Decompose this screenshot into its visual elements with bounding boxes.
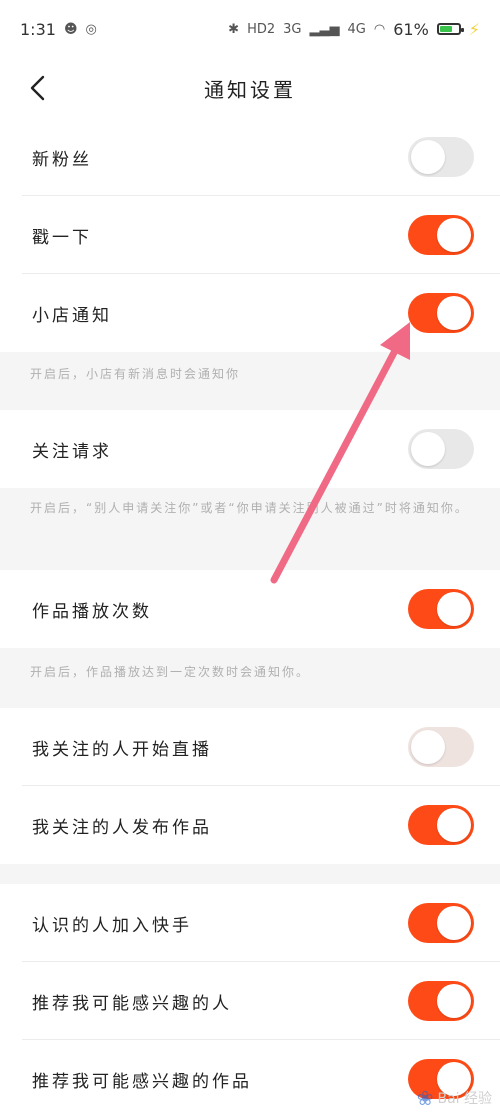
paw-icon: ❀ — [416, 1086, 434, 1110]
weibo-icon: ◎ — [85, 21, 97, 37]
toggle-play-count[interactable] — [408, 589, 474, 629]
page-title: 通知设置 — [204, 77, 296, 102]
setting-row-live: 我关注的人开始直播 — [0, 708, 500, 786]
signal-4g-label: 4G — [347, 21, 366, 37]
setting-label: 推荐我可能感兴趣的人 — [32, 993, 232, 1014]
hint-play-count: 开启后，作品播放达到一定次数时会通知你。 — [0, 648, 500, 708]
setting-label: 小店通知 — [32, 305, 112, 326]
setting-row-follow-request: 关注请求 — [0, 410, 500, 488]
setting-row-poke: 戳一下 — [0, 196, 500, 274]
battery-percent: 61% — [393, 19, 429, 39]
status-bar: 1:31 ☻ ◎ ✱ HD2 3G ▂▃▅ 4G ◠ 61% ⚡ — [0, 0, 500, 58]
setting-row-play-count: 作品播放次数 — [0, 570, 500, 648]
setting-label: 作品播放次数 — [32, 601, 152, 622]
toggle-follow-request[interactable] — [408, 429, 474, 469]
status-time: 1:31 — [20, 19, 56, 39]
chevron-left-icon — [30, 75, 45, 101]
wifi-icon: ◠ — [373, 21, 386, 37]
setting-label: 推荐我可能感兴趣的作品 — [32, 1071, 252, 1092]
hint-shop: 开启后，小店有新消息时会通知你 — [0, 352, 500, 410]
toggle-new-fans[interactable] — [408, 137, 474, 177]
toggle-publish[interactable] — [408, 805, 474, 845]
setting-label: 新粉丝 — [32, 149, 92, 170]
setting-label: 戳一下 — [32, 227, 92, 248]
setting-row-new-fans: 新粉丝 — [0, 118, 500, 196]
hd-badge: HD2 — [247, 21, 276, 37]
setting-row-shop: 小店通知 — [0, 274, 500, 352]
setting-label: 我关注的人开始直播 — [32, 739, 212, 760]
setting-row-publish: 我关注的人发布作品 — [0, 786, 500, 864]
toggle-poke[interactable] — [408, 215, 474, 255]
toggle-recommend-people[interactable] — [408, 981, 474, 1021]
toggle-live[interactable] — [408, 727, 474, 767]
toggle-contacts-join[interactable] — [408, 903, 474, 943]
notification-icon: ☻ — [63, 21, 78, 37]
setting-label: 关注请求 — [32, 441, 112, 462]
bluetooth-icon: ✱ — [228, 21, 240, 37]
charging-icon: ⚡ — [468, 19, 480, 39]
battery-icon — [436, 23, 464, 35]
settings-list: 新粉丝 戳一下 小店通知 开启后，小店有新消息时会通知你 关注请求 开启后，“别… — [0, 118, 500, 1118]
hint-follow-request: 开启后，“别人申请关注你”或者“你申请关注别人被通过”时将通知你。 — [0, 488, 500, 570]
section-gap — [0, 864, 500, 884]
watermark: ❀ Bai 经验 — [417, 1086, 492, 1110]
setting-label: 认识的人加入快手 — [32, 915, 192, 936]
watermark-text: Bai 经验 — [437, 1091, 492, 1107]
back-button[interactable] — [20, 68, 56, 108]
setting-label: 我关注的人发布作品 — [32, 817, 212, 838]
nav-bar: 通知设置 — [0, 58, 500, 118]
signal-3g-label: 3G — [283, 21, 302, 37]
signal-icon: ▂▃▅ — [309, 21, 340, 37]
setting-row-contacts-join: 认识的人加入快手 — [0, 884, 500, 962]
setting-row-recommend-people: 推荐我可能感兴趣的人 — [0, 962, 500, 1040]
toggle-shop[interactable] — [408, 293, 474, 333]
